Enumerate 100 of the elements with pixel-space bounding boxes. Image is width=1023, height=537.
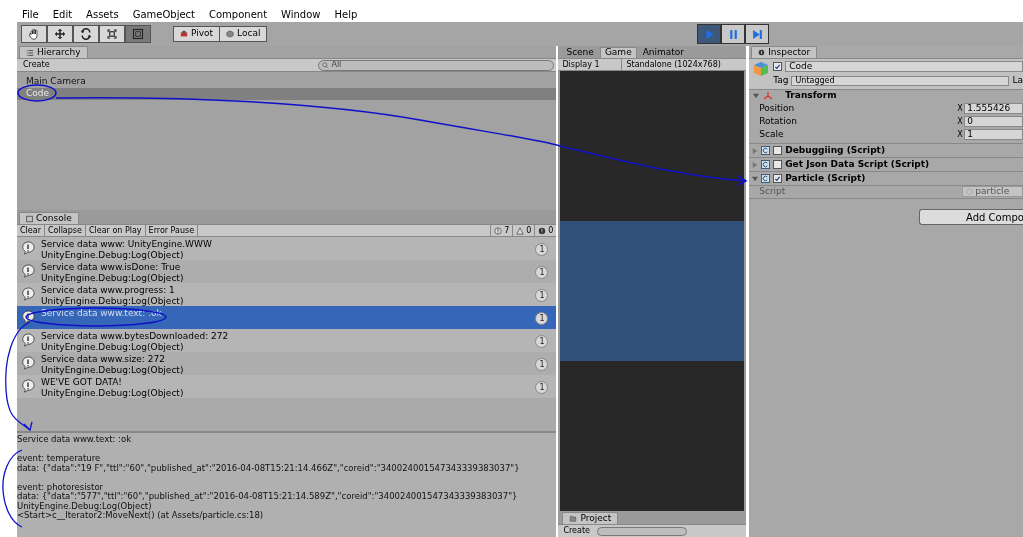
folder-icon [569, 515, 578, 522]
checkmark-icon [774, 174, 782, 183]
tool-button[interactable] [47, 25, 73, 43]
resolution-dropdown[interactable]: Standalone (1024x768) [622, 58, 747, 71]
number-field[interactable]: 1 [964, 129, 1023, 140]
log-entry[interactable]: Service data www.progress: 1 UnityEngine.Debug:Log(Object) 1 [17, 283, 557, 306]
hierarchy-tab[interactable]: Hierarchy [19, 46, 88, 58]
log-entry[interactable]: Service data www.bytesDownloaded: 272 UnityEngine.Debug:Log(Object) 1 [17, 329, 557, 352]
count-badge: 1 [535, 243, 549, 256]
console-toolbar-button[interactable]: Clear on Play [85, 224, 146, 237]
play-icon [703, 28, 715, 40]
axis-label: X [957, 115, 964, 128]
log-trace: UnityEngine.Debug:Log(Object) [41, 273, 184, 284]
step-button[interactable] [745, 24, 770, 44]
component-title: Debuggiing (Script) [785, 143, 885, 157]
axis-label: X [957, 128, 964, 141]
display-dropdown[interactable]: Display 1 [558, 58, 623, 71]
info-message-icon [21, 264, 35, 278]
info-message-icon [21, 287, 35, 301]
console-tab[interactable]: Console [19, 212, 79, 224]
log-trace: UnityEngine.Debug:Log(Object) [41, 342, 185, 353]
detail-line: data: {"data":"19 F","ttl":"60","published_at":"2016-04-08T15:21:14.466Z","coreid":"340024001547343339383037"} [17, 463, 521, 473]
info-icon [758, 49, 766, 56]
detail-line: event: photoresistor [17, 482, 104, 492]
create-dropdown[interactable]: Create [19, 59, 54, 71]
menu-item[interactable]: Component [207, 6, 270, 22]
count-badge: 1 [535, 289, 549, 302]
script-icon [761, 174, 771, 183]
menu-item[interactable]: Window [279, 6, 323, 22]
field-label: Script [759, 184, 787, 198]
inspector-tab[interactable]: Inspector [751, 46, 818, 58]
log-message: Service data www.progress: 1 [41, 285, 176, 296]
script-icon [761, 146, 771, 155]
active-checkbox[interactable] [773, 62, 783, 71]
component-title: Particle (Script) [785, 171, 866, 185]
count-toggle[interactable]: 0 [512, 224, 535, 237]
count-toggle[interactable]: 0 [534, 224, 557, 237]
create-dropdown[interactable]: Create [560, 525, 593, 537]
add-component-button[interactable]: Add Compo [919, 209, 1023, 225]
detail-line: <Start>c__Iterator2:MoveNext() (at Assets/particle.cs:18) [17, 511, 265, 521]
detail-line: data: {"data":"577","ttl":"60","published_at":"2016-04-08T15:21:14.589Z","coreid":"340024001547343339383037"} [17, 492, 519, 502]
log-entry[interactable]: Service data www: UnityEngine.WWW UnityEngine.Debug:Log(Object) 1 [17, 237, 557, 260]
menu-item[interactable]: Help [332, 6, 360, 22]
log-message: Service data www.isDone: True [41, 262, 182, 273]
log-trace: UnityEngine.Debug:Log(Object) [41, 388, 184, 399]
count-badge: 1 [535, 266, 549, 279]
local-button[interactable]: Local [220, 26, 268, 42]
script-icon [761, 160, 771, 169]
console-toolbar-button[interactable]: Error Pause [145, 224, 199, 237]
console-toolbar-button[interactable]: Clear [17, 224, 45, 237]
project-tab[interactable]: Project [562, 512, 619, 524]
pause-icon [727, 28, 739, 40]
menu-item[interactable]: Assets [84, 6, 121, 22]
list-icon [26, 48, 34, 57]
console-icon [26, 214, 33, 223]
log-trace: UnityEngine.Debug:Log(Object) [41, 296, 184, 307]
search-field[interactable]: All [318, 59, 555, 71]
log-message: WE'VE GOT DATA! [41, 377, 123, 388]
log-message: Service data www.bytesDownloaded: 272 [41, 331, 229, 342]
scale-icon [106, 28, 118, 40]
info-message-icon [21, 356, 35, 370]
tool-button[interactable] [73, 25, 99, 43]
menu-item[interactable]: File [20, 6, 41, 22]
collapse-arrow-icon[interactable] [752, 175, 759, 182]
tag-dropdown[interactable]: Untagged [791, 75, 1010, 86]
enable-checkbox[interactable] [773, 174, 783, 183]
count-toggle[interactable]: 7 [490, 224, 513, 237]
search-field[interactable] [597, 526, 687, 536]
enable-checkbox[interactable] [773, 160, 783, 169]
expand-arrow-icon[interactable] [753, 93, 760, 99]
log-message: Service data www.size: 272 [41, 354, 166, 365]
tag-label: Tag [773, 74, 789, 87]
tool-button[interactable] [99, 25, 125, 43]
number-field[interactable]: 1.555426 [964, 103, 1023, 114]
menu-item[interactable]: Edit [50, 6, 75, 22]
step-icon [751, 28, 763, 40]
script-field: particle [962, 186, 1023, 197]
annotation-circle [17, 84, 57, 102]
count-badge: 1 [535, 381, 549, 394]
name-field[interactable]: Code [785, 61, 1023, 72]
console-toolbar-button[interactable]: Collapse [44, 224, 86, 237]
number-field[interactable]: 0 [964, 116, 1023, 127]
log-entry[interactable]: WE'VE GOT DATA! UnityEngine.Debug:Log(Object) 1 [17, 375, 557, 398]
count-badge: 1 [535, 358, 549, 371]
tool-button[interactable] [21, 25, 47, 43]
detail-line: UnityEngine.Debug:Log(Object) [17, 501, 152, 511]
layer-label: La [1012, 74, 1023, 87]
rotate-icon [80, 28, 92, 40]
info-message-icon [21, 333, 35, 347]
error-icon [538, 226, 547, 235]
move-icon [54, 28, 66, 40]
menu-item[interactable]: GameObject [130, 6, 197, 22]
pause-button[interactable] [721, 24, 746, 44]
info-message-icon [21, 379, 35, 393]
cube-icon [226, 30, 235, 38]
hierarchy-item[interactable]: Main Camera [17, 76, 557, 88]
enable-checkbox[interactable] [773, 146, 783, 155]
field-label: Scale [759, 127, 785, 141]
info-icon [494, 226, 503, 235]
pivot-button[interactable]: Pivot [173, 26, 221, 42]
